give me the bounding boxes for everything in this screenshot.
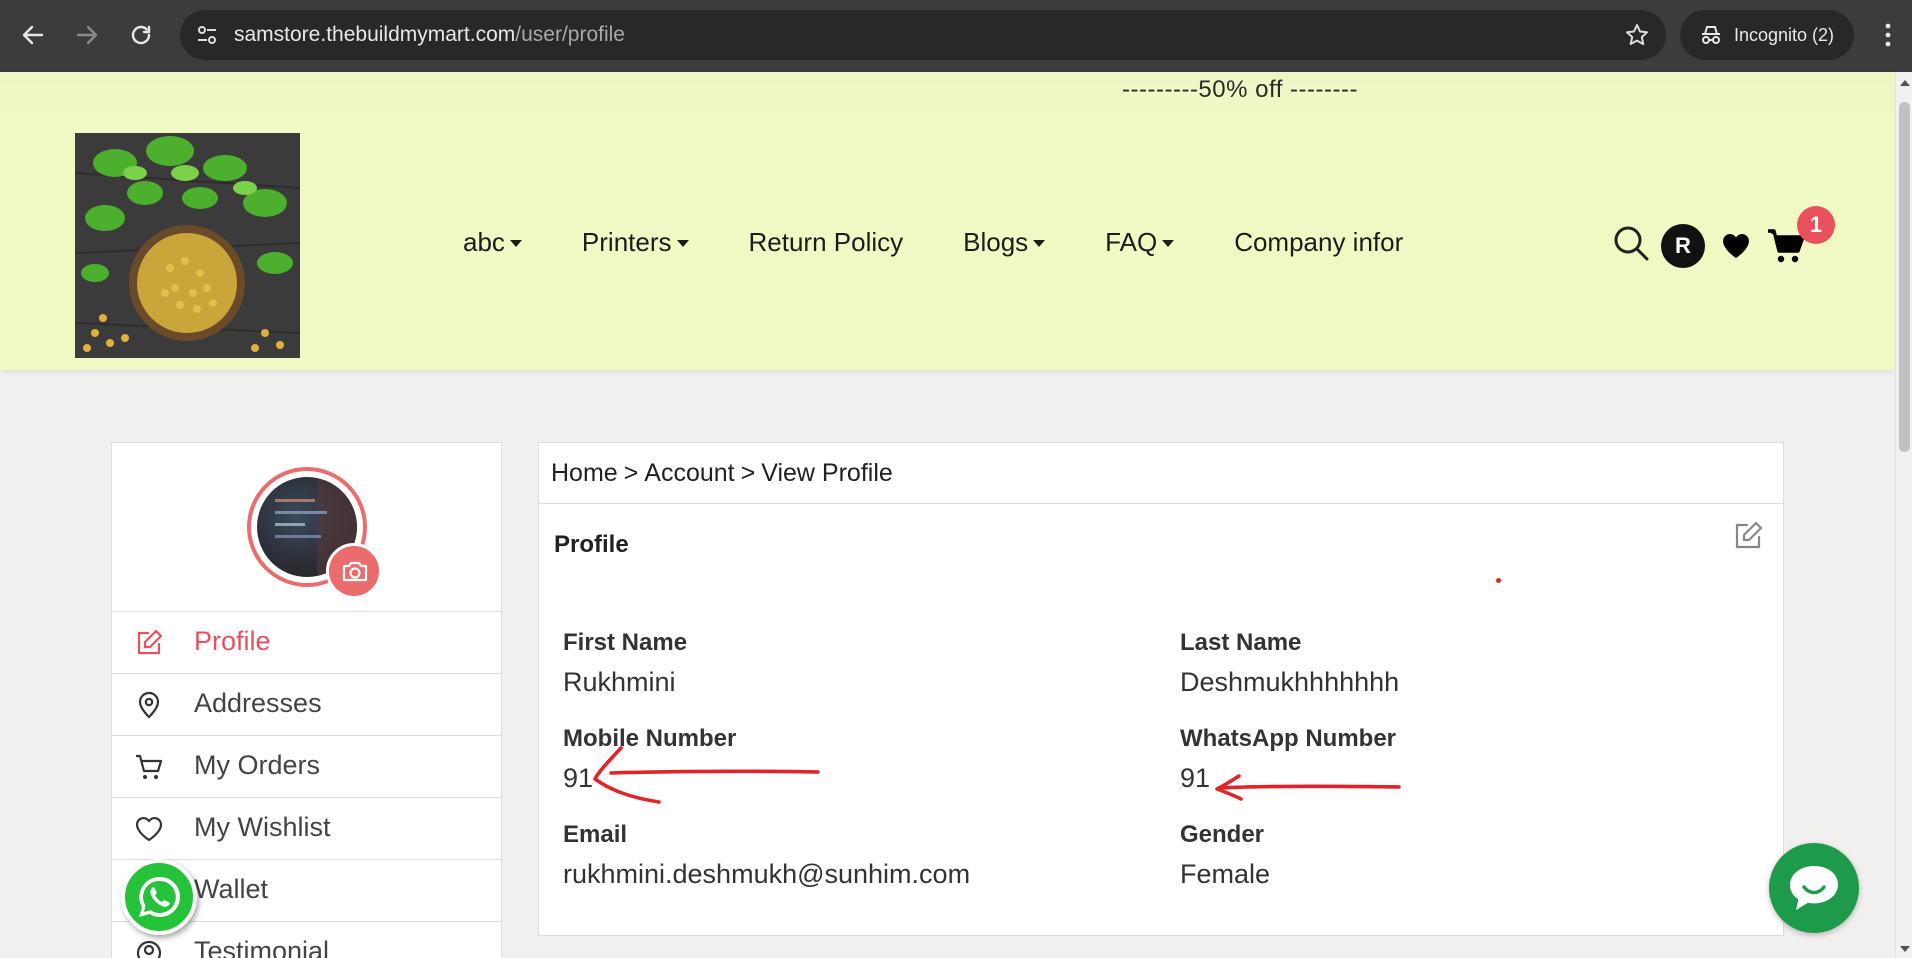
sidebar-item-label: Profile <box>194 626 271 656</box>
site-header: ---------50% off -------- abc Printers R… <box>0 72 1895 370</box>
user-avatar[interactable]: R <box>1661 224 1705 268</box>
bookmark-star-icon[interactable] <box>1624 22 1650 48</box>
back-button[interactable] <box>16 18 50 52</box>
url-path: /user/profile <box>515 23 625 46</box>
reload-icon <box>131 25 151 45</box>
incognito-label: Incognito (2) <box>1734 25 1835 45</box>
avatar-initial: R <box>1675 233 1691 258</box>
breadcrumb-home[interactable]: Home <box>551 459 618 487</box>
last-name-field: Last Name Deshmukhhhhhhh <box>1180 629 1399 698</box>
first-name-label: First Name <box>563 629 688 656</box>
email-field: Email rukhmini.deshmukh@sunhim.com <box>563 821 970 890</box>
back-arrow-icon <box>22 25 44 45</box>
forward-button[interactable] <box>70 18 104 52</box>
scroll-down-arrow-icon[interactable] <box>1900 946 1910 952</box>
user-circle-icon <box>136 940 162 958</box>
nav-label-company-infor: Company infor <box>1234 227 1404 257</box>
breadcrumb: Home > Account > View Profile <box>551 459 893 488</box>
sidebar-item-my-orders[interactable]: My Orders <box>112 735 501 797</box>
nav-label-faq: FAQ <box>1105 227 1158 257</box>
nav-item-printers[interactable]: Printers <box>582 227 689 258</box>
main-nav: abc Printers Return Policy Blogs FAQ Com… <box>463 227 1463 258</box>
sidebar-item-label: My Orders <box>194 750 321 780</box>
site-settings-icon[interactable] <box>194 22 220 48</box>
nav-label-return-policy: Return Policy <box>748 227 904 257</box>
live-chat-button[interactable] <box>1769 843 1859 933</box>
breadcrumb-separator: > <box>740 459 756 487</box>
last-name-label: Last Name <box>1180 629 1302 656</box>
location-pin-icon <box>138 691 160 719</box>
heart-icon <box>135 816 163 842</box>
header-actions: R <box>1612 220 1812 272</box>
last-name-value: Deshmukhhhhhhh <box>1180 667 1400 697</box>
search-icon[interactable] <box>1612 224 1650 262</box>
whatsapp-number-label: WhatsApp Number <box>1180 725 1396 752</box>
nav-label-printers: Printers <box>581 227 672 257</box>
mobile-number-field: Mobile Number 91 <box>563 725 736 794</box>
nav-item-company-infor[interactable]: Company infor <box>1234 227 1403 258</box>
gender-label: Gender <box>1180 821 1265 848</box>
whatsapp-number-field: WhatsApp Number 91 <box>1180 725 1396 794</box>
forward-arrow-icon <box>76 25 98 45</box>
profile-card: Home > Account > View Profile Profile First … <box>538 442 1784 936</box>
scrollbar-thumb[interactable] <box>1899 102 1910 452</box>
logo-image <box>75 133 300 358</box>
first-name-value: Rukhmini <box>563 667 676 697</box>
nav-item-blogs[interactable]: Blogs <box>963 227 1046 258</box>
sidebar-item-label: Wallet <box>194 874 269 904</box>
nav-item-return-policy[interactable]: Return Policy <box>749 227 904 258</box>
incognito-indicator[interactable]: Incognito (2) <box>1680 10 1854 60</box>
cart-count-badge: 1 <box>1797 206 1835 244</box>
browser-toolbar: samstore.thebuildmymart.com/user/profile… <box>0 0 1912 72</box>
profile-title: Profile <box>554 531 629 558</box>
whatsapp-number-value: 91 <box>1180 763 1211 793</box>
breadcrumb-current: View Profile <box>761 459 893 487</box>
sidebar-item-label: My Wishlist <box>194 812 331 842</box>
cart-count: 1 <box>1809 212 1823 237</box>
caret-down-icon <box>509 240 522 247</box>
browser-menu-icon[interactable] <box>1878 18 1898 52</box>
chat-bubble-icon <box>1790 866 1838 910</box>
incognito-icon <box>1702 26 1720 44</box>
breadcrumb-account[interactable]: Account <box>644 459 734 487</box>
url-host: samstore.thebuildmymart.com <box>234 23 516 46</box>
mobile-number-label: Mobile Number <box>563 725 737 752</box>
nav-label-blogs: Blogs <box>963 227 1029 257</box>
email-value: rukhmini.deshmukh@sunhim.com <box>563 859 971 889</box>
edit-icon <box>137 629 163 655</box>
nav-item-abc[interactable]: abc <box>463 227 522 258</box>
sidebar-item-label: Testimonial <box>194 936 330 958</box>
nav-label-abc: abc <box>463 227 505 257</box>
sidebar-item-my-wishlist[interactable]: My Wishlist <box>112 797 501 859</box>
address-bar[interactable]: samstore.thebuildmymart.com/user/profile <box>180 10 1666 60</box>
site-logo[interactable] <box>75 133 300 358</box>
url-text[interactable]: samstore.thebuildmymart.com/user/profile <box>234 23 625 47</box>
whatsapp-icon <box>139 876 180 917</box>
gender-field: Gender Female <box>1180 821 1270 890</box>
card-divider <box>539 503 1783 504</box>
reload-button[interactable] <box>124 18 158 52</box>
caret-down-icon <box>676 240 689 247</box>
page-scrollbar[interactable] <box>1895 72 1912 958</box>
sidebar-item-label: Addresses <box>194 688 322 718</box>
caret-down-icon <box>1162 240 1175 247</box>
edit-profile-icon[interactable] <box>1731 519 1765 553</box>
promo-banner: ---------50% off -------- <box>1122 76 1358 103</box>
sidebar-item-profile[interactable]: Profile <box>112 611 501 673</box>
breadcrumb-separator: > <box>623 459 639 487</box>
wishlist-heart-icon[interactable] <box>1720 230 1752 262</box>
change-photo-button[interactable] <box>326 543 382 599</box>
cart-icon <box>136 754 163 779</box>
gender-value: Female <box>1180 859 1271 889</box>
nav-item-faq[interactable]: FAQ <box>1105 227 1175 258</box>
mobile-number-value: 91 <box>563 763 594 793</box>
caret-down-icon <box>1033 240 1046 247</box>
whatsapp-button[interactable] <box>121 859 197 935</box>
camera-icon <box>342 561 368 582</box>
first-name-field: First Name Rukhmini <box>563 629 687 698</box>
scroll-up-arrow-icon[interactable] <box>1900 80 1910 86</box>
email-label: Email <box>563 821 628 848</box>
annotation-dot <box>1496 578 1501 583</box>
sidebar-item-addresses[interactable]: Addresses <box>112 673 501 735</box>
